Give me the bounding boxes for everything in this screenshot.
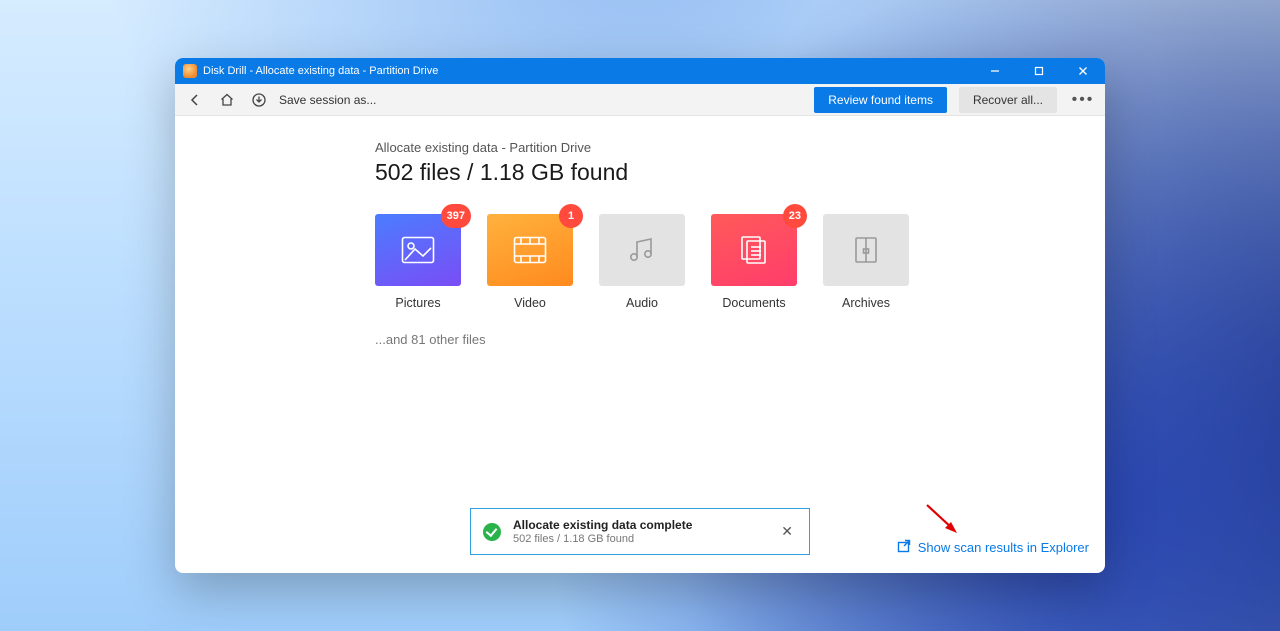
content-area: Allocate existing data - Partition Drive…: [175, 116, 1105, 573]
documents-badge: 23: [783, 204, 807, 228]
pictures-tile: 397: [375, 214, 461, 286]
archives-label: Archives: [823, 296, 909, 310]
pictures-label: Pictures: [375, 296, 461, 310]
more-menu-button[interactable]: •••: [1067, 91, 1099, 109]
toast-subtitle: 502 files / 1.18 GB found: [513, 533, 765, 545]
category-audio[interactable]: Audio: [599, 214, 685, 310]
audio-tile: [599, 214, 685, 286]
save-session-label[interactable]: Save session as...: [279, 93, 376, 107]
pictures-badge: 397: [441, 204, 471, 228]
back-button[interactable]: [181, 86, 209, 114]
minimize-button[interactable]: [973, 58, 1017, 84]
desktop-background: Disk Drill - Allocate existing data - Pa…: [0, 0, 1280, 631]
other-files-text: ...and 81 other files: [375, 332, 1077, 347]
documents-tile: 23: [711, 214, 797, 286]
archives-tile: [823, 214, 909, 286]
app-icon: [183, 64, 197, 78]
scan-summary-heading: 502 files / 1.18 GB found: [375, 159, 1077, 186]
documents-label: Documents: [711, 296, 797, 310]
audio-label: Audio: [599, 296, 685, 310]
category-documents[interactable]: 23 Documents: [711, 214, 797, 310]
window-controls: [973, 58, 1105, 84]
toolbar: Save session as... Review found items Re…: [175, 84, 1105, 116]
review-found-items-button[interactable]: Review found items: [814, 87, 947, 113]
open-external-icon: [896, 538, 912, 557]
toast-title: Allocate existing data complete: [513, 518, 765, 532]
close-button[interactable]: [1061, 58, 1105, 84]
category-video[interactable]: 1 Video: [487, 214, 573, 310]
show-results-in-explorer-link[interactable]: Show scan results in Explorer: [896, 538, 1089, 557]
video-label: Video: [487, 296, 573, 310]
category-archives[interactable]: Archives: [823, 214, 909, 310]
arrow-annotation-icon: [923, 501, 963, 537]
titlebar[interactable]: Disk Drill - Allocate existing data - Pa…: [175, 58, 1105, 84]
save-session-button[interactable]: [245, 86, 273, 114]
show-results-label: Show scan results in Explorer: [918, 540, 1089, 555]
success-check-icon: [483, 523, 501, 541]
maximize-button[interactable]: [1017, 58, 1061, 84]
category-pictures[interactable]: 397 Pictures: [375, 214, 461, 310]
recover-all-button[interactable]: Recover all...: [959, 87, 1057, 113]
toast-close-button[interactable]: ✕: [777, 523, 797, 540]
category-row: 397 Pictures 1 Video: [375, 214, 1077, 310]
video-badge: 1: [559, 204, 583, 228]
home-button[interactable]: [213, 86, 241, 114]
app-window: Disk Drill - Allocate existing data - Pa…: [175, 58, 1105, 573]
status-toast: Allocate existing data complete 502 file…: [470, 508, 810, 555]
window-title: Disk Drill - Allocate existing data - Pa…: [203, 65, 438, 77]
breadcrumb: Allocate existing data - Partition Drive: [375, 140, 1077, 155]
video-tile: 1: [487, 214, 573, 286]
